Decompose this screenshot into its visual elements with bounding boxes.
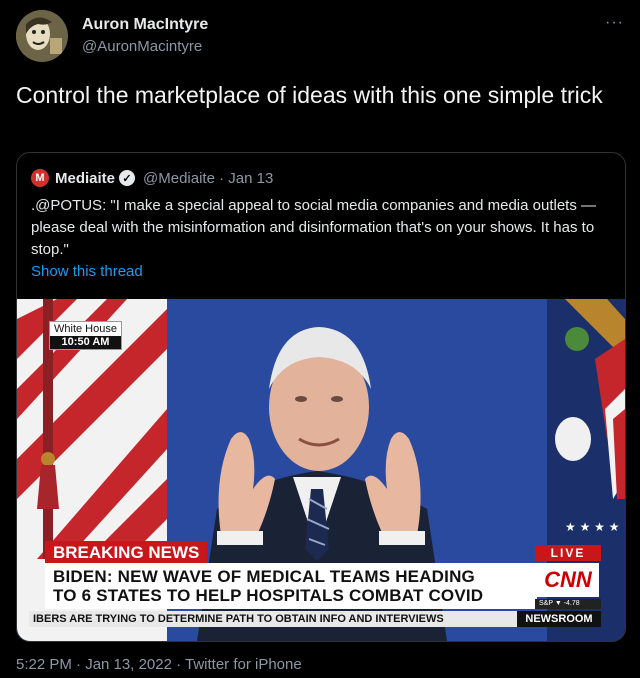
market-ticker: S&P ▼ -4.78 [535,599,601,609]
breaking-news-banner: BREAKING NEWS [45,541,208,564]
quote-header: M Mediaite ✓ @Mediaite · Jan 13 [31,167,273,189]
show-name-label: NEWSROOM [517,611,601,627]
tweet-timestamp[interactable]: 5:22 PM · Jan 13, 2022 · Twitter for iPh… [16,656,302,673]
location-bug: White House 10:50 AM [49,321,122,350]
show-thread-link[interactable]: Show this thread [31,263,143,280]
quote-text: .@POTUS: "I make a special appeal to soc… [31,197,596,258]
chyron-headline: BIDEN: NEW WAVE OF MEDICAL TEAMS HEADING… [45,563,537,609]
tweet-header: Auron MacIntyre @AuronMacintyre ··· [16,10,624,66]
tweet-text: Control the marketplace of ideas with th… [16,82,603,108]
quoted-tweet[interactable]: M Mediaite ✓ @Mediaite · Jan 13 .@POTUS:… [16,152,626,642]
verified-badge-icon: ✓ [119,170,136,186]
quote-author-name[interactable]: Mediaite [55,170,115,187]
live-badge: LIVE [535,545,601,561]
mediaite-logo-icon[interactable]: M [31,169,49,187]
quote-handle-date: @Mediaite · Jan 13 [143,169,274,187]
video-player[interactable]: ★ ★ ★ ★ White House 10:50 AM BREAKING NE… [17,299,625,641]
news-ticker: IBERS ARE TRYING TO DETERMINE PATH TO OB… [29,611,521,627]
headline-line-1: BIDEN: NEW WAVE OF MEDICAL TEAMS HEADING [53,567,475,586]
headline-line-2: TO 6 STATES TO HELP HOSPITALS COMBAT COV… [53,586,484,605]
ellipsis-icon[interactable]: ··· [605,14,624,32]
time-label: 10:50 AM [50,336,121,349]
cnn-logo-icon: CNN [537,563,599,597]
author-handle[interactable]: @AuronMacintyre [82,38,202,55]
author-name[interactable]: Auron MacIntyre [82,16,208,34]
location-label: White House [54,323,117,335]
svg-text:★ ★ ★ ★: ★ ★ ★ ★ [565,520,619,534]
author-avatar[interactable] [16,10,68,62]
